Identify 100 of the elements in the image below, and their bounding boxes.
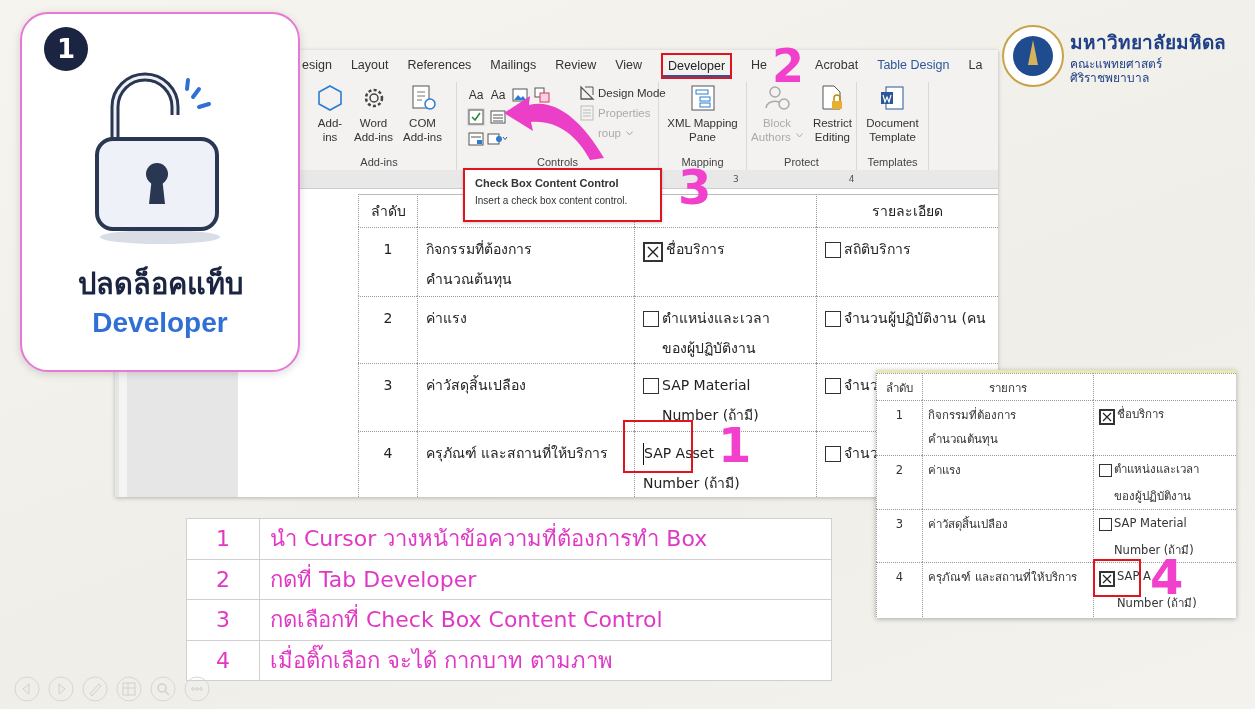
table-header: ลำดับ: [876, 373, 922, 400]
university-name: มหาวิทยาลัยมหิดล: [1070, 30, 1226, 55]
hexagon-icon: [316, 84, 344, 112]
checkbox[interactable]: [825, 378, 841, 394]
text-control-icon[interactable]: Aa: [490, 88, 506, 102]
ribbon-tab[interactable]: Mailings: [490, 55, 537, 77]
step-text: กดเลือกที่ Check Box Content Control: [260, 600, 663, 640]
table-cell: ครุภัณฑ์ และสถานที่ให้บริการ: [417, 431, 634, 497]
step-number: 1: [718, 426, 752, 464]
caret-icon: [795, 133, 803, 139]
table-cell: 4: [876, 562, 922, 617]
ribbon-button[interactable]: Document Template: [863, 84, 922, 144]
checkbox[interactable]: [643, 378, 659, 394]
checkbox[interactable]: [825, 311, 841, 327]
ribbon-tab[interactable]: Acrobat: [815, 55, 859, 77]
highlight-frame: [1093, 559, 1141, 597]
option-text: ตำแหน่งและเวลา: [662, 309, 770, 328]
option-text: สถิติบริการ: [844, 240, 911, 259]
faculty-name: ศิริราชพยาบาล: [1070, 71, 1150, 85]
option-text: Number (ถ้ามี): [1117, 595, 1197, 612]
ribbon-tab[interactable]: View: [615, 55, 643, 77]
ribbon-button[interactable]: COM Add-ins: [400, 84, 445, 144]
ribbon-button[interactable]: XML Mapping Pane: [664, 84, 741, 144]
checkbox[interactable]: [825, 242, 841, 258]
checkbox[interactable]: [1099, 571, 1115, 587]
tools-icon[interactable]: [487, 131, 509, 147]
step-number: 1: [187, 519, 260, 559]
table-cell: ครุภัณฑ์ และสถานที่ให้บริการ: [922, 562, 1093, 617]
step-number: 4: [187, 640, 260, 680]
option-text: ของผู้ปฏิบัติงาน: [662, 339, 756, 359]
card-title: ปลดล็อคแท็บ: [77, 265, 243, 303]
table-cell: ค่าแรง: [922, 455, 1093, 509]
option-text: ชื่อบริการ: [1117, 405, 1164, 423]
ribbon-tab[interactable]: Review: [555, 55, 597, 77]
option-text: SAP A: [1117, 568, 1151, 585]
step-number: 3: [678, 168, 712, 206]
step-text: นำ Cursor วางหน้าข้อความที่ต้องการทำ Box: [260, 519, 708, 559]
checkbox[interactable]: [1099, 409, 1115, 425]
ribbon-tab[interactable]: esign: [302, 55, 332, 77]
checkbox-icon[interactable]: [467, 108, 485, 126]
faculty-name: คณะแพทยศาสตร์: [1070, 57, 1163, 71]
step-number: 3: [187, 600, 260, 640]
ribbon-button[interactable]: Add- ins: [313, 84, 347, 144]
university-seal-icon: [1002, 25, 1064, 87]
option-text: จำนวนผู้ปฏิบัติงาน (คน: [844, 309, 986, 329]
option-text: ของผู้ปฏิบัติงาน: [1114, 488, 1191, 505]
step-badge: 1: [44, 27, 88, 71]
option-text: SAP Material: [1114, 515, 1187, 532]
option-text: ตำแหน่งและเวลา: [1114, 461, 1199, 478]
step-text: กดที่ Tab Developer: [269, 563, 477, 594]
ruler-triangle-icon: [579, 85, 595, 101]
option-text: SAP Material: [662, 376, 751, 395]
table-cell: 2: [358, 296, 417, 363]
ribbon-button[interactable]: Word Add-ins: [351, 84, 396, 144]
table-header: ลำดับ: [358, 194, 417, 227]
checkbox[interactable]: [643, 311, 659, 327]
checkbox[interactable]: [825, 446, 841, 462]
table-cell: 4: [358, 431, 417, 497]
checkbox[interactable]: [1099, 464, 1112, 477]
text-control-icon[interactable]: Aa: [468, 88, 484, 102]
ruler-number: 4: [848, 174, 855, 184]
table-cell: กิจกรรมที่ต้องการ คำนวณต้นทุน: [417, 227, 634, 296]
group-label: Controls: [537, 156, 578, 170]
checkbox[interactable]: [643, 242, 663, 262]
ribbon-tab[interactable]: He: [751, 55, 768, 77]
table-cell: ค่าแรง: [417, 296, 634, 363]
list-box-icon[interactable]: [490, 109, 506, 125]
group-label: Mapping: [681, 156, 724, 168]
date-picker-icon[interactable]: [468, 131, 484, 147]
option-text: Number (ถ้ามี): [1114, 542, 1194, 559]
ribbon-tab[interactable]: Table Design: [877, 55, 950, 77]
checkbox[interactable]: [1099, 518, 1112, 531]
table-header: รายละเอียด: [816, 194, 998, 227]
step-number: 4: [1150, 558, 1184, 596]
ribbon-tab[interactable]: La: [968, 55, 983, 77]
person-block-icon: [763, 84, 791, 112]
table-header: รายการ: [922, 373, 1093, 400]
ribbon-button[interactable]: Design Mode: [579, 84, 666, 102]
table-cell: ค่าวัสดุสิ้นเปลือง: [417, 363, 634, 431]
picture-icon[interactable]: [512, 87, 528, 103]
group-label: Add-ins: [360, 156, 398, 170]
step-number: 2: [187, 559, 260, 599]
table-cell: 1: [358, 227, 417, 296]
ruler-number: 3: [733, 174, 739, 184]
ribbon-button[interactable]: Restrict Editing: [809, 84, 855, 144]
card-subtitle: Developer: [92, 307, 228, 339]
table-cell: ค่าวัสดุสิ้นเปลือง: [922, 509, 1093, 562]
table-cell: 3: [876, 509, 922, 562]
ribbon-tab[interactable]: Layout: [350, 55, 389, 77]
ribbon-tab[interactable]: References: [407, 55, 472, 77]
ribbon-tab[interactable]: Developer: [661, 53, 733, 79]
step-number: 2: [772, 46, 805, 86]
option-text: Number (ถ้ามี): [662, 406, 759, 425]
group-label: Templates: [867, 156, 918, 170]
tree-panel-icon: [688, 84, 717, 112]
table-cell: 1: [876, 400, 922, 455]
table-cell: กิจกรรมที่ต้องการ คำนวณต้นทุน: [922, 400, 1093, 455]
caret-icon: [626, 130, 634, 136]
gallery-icon[interactable]: [534, 87, 550, 103]
option-text: ชื่อบริการ: [666, 239, 725, 259]
